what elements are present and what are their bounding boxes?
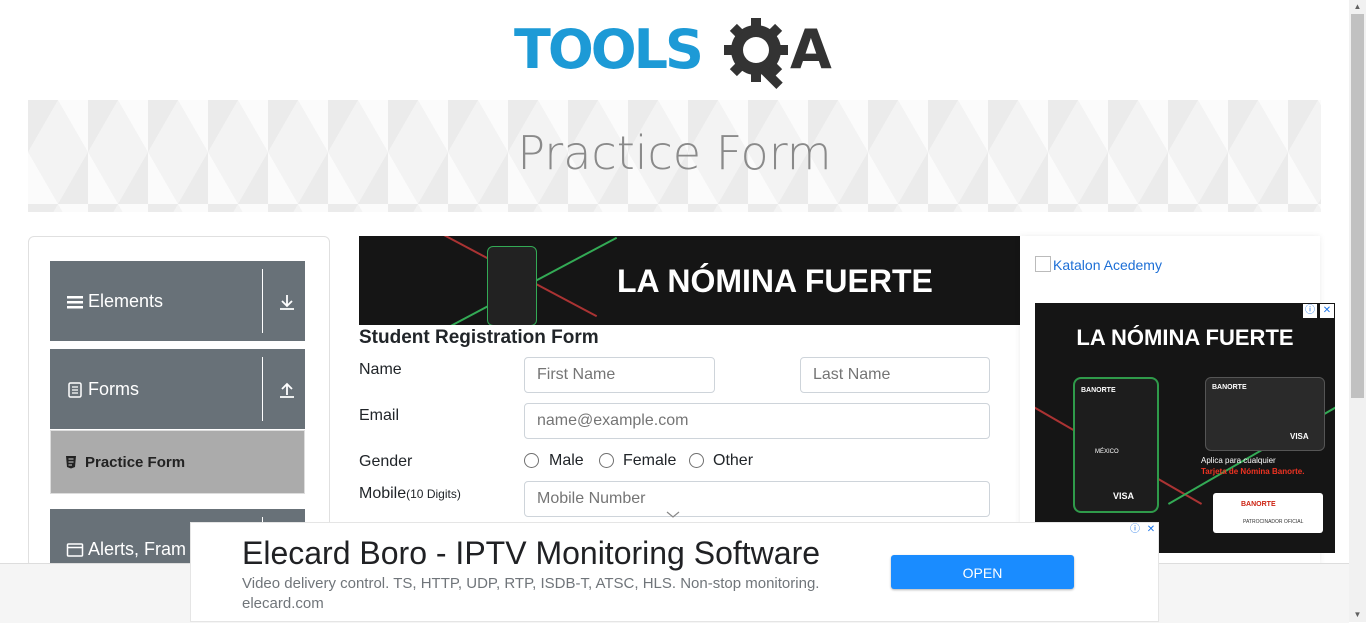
mobile-label: Mobile(10 Digits)	[359, 485, 461, 503]
banorte-banner-ad[interactable]: LA NÓMINA FUERTE	[359, 236, 1020, 325]
first-name-input[interactable]	[524, 357, 715, 393]
side-ad-headline: LA NÓMINA FUERTE	[1076, 325, 1294, 350]
promo-line2: Tarjeta de Nómina Banorte.	[1201, 467, 1305, 476]
page-title: Practice Form	[517, 126, 832, 180]
card-visa: VISA	[1290, 432, 1309, 441]
katalon-academy-link[interactable]: Katalon Acedemy	[1035, 256, 1162, 273]
page-scrollbar[interactable]: ▲ ▼	[1349, 0, 1366, 622]
hamburger-icon	[67, 296, 83, 309]
sidebar-group-elements[interactable]: Elements	[50, 261, 305, 341]
ad-close-icon[interactable]: ✕	[1144, 523, 1158, 537]
toolsqa-logo[interactable]: TOOLS A	[514, 16, 840, 92]
elecard-bottom-ad[interactable]: Elecard Boro - IPTV Monitoring Software …	[190, 522, 1159, 622]
ad-open-button[interactable]: OPEN	[891, 555, 1074, 589]
gender-other-label[interactable]: Other	[713, 452, 753, 470]
mobile-input[interactable]	[524, 481, 990, 517]
ad-info-icon[interactable]: ⓘ	[1303, 304, 1317, 318]
ad-url[interactable]: elecard.com	[242, 595, 324, 612]
email-input[interactable]	[524, 403, 990, 439]
mobile-hint: (10 Digits)	[406, 487, 461, 501]
sponsor-brand: BANORTE	[1241, 501, 1276, 508]
banorte-sponsor-box: BANORTE PATROCINADOR OFICIAL	[1213, 493, 1323, 533]
scrollbar-thumb[interactable]	[1351, 14, 1364, 398]
promo-line1: Aplica para cualquier	[1201, 456, 1276, 465]
sidebar-group-label: Forms	[88, 379, 139, 399]
card-visa: VISA	[1113, 491, 1135, 501]
chevron-down-icon[interactable]	[666, 511, 680, 519]
gender-label: Gender	[359, 453, 413, 470]
group-divider	[262, 357, 263, 421]
name-label: Name	[359, 361, 402, 378]
katalon-alt-text: Katalon Acedemy	[1053, 257, 1162, 273]
ad-headline[interactable]: Elecard Boro - IPTV Monitoring Software	[242, 535, 820, 572]
sidebar-group-label: Alerts, Fram	[88, 539, 187, 559]
ad-info-icon[interactable]: ⓘ	[1128, 523, 1142, 537]
ad-card-image	[487, 246, 537, 325]
last-name-input[interactable]	[800, 357, 990, 393]
card-brand: BANORTE	[1212, 384, 1247, 391]
download-arrow-icon[interactable]	[278, 293, 296, 311]
group-divider	[262, 269, 263, 333]
gear-magnifier-icon	[724, 18, 788, 90]
window-icon	[66, 543, 84, 557]
mobile-label-text: Mobile	[359, 485, 407, 502]
gender-male-label[interactable]: Male	[549, 452, 584, 470]
sponsor-footer: PATROCINADOR OFICIAL	[1243, 519, 1304, 525]
email-label: Email	[359, 407, 400, 424]
broken-image-icon	[1035, 256, 1051, 272]
sidebar: Elements Forms Practice Form Alerts, Fra…	[28, 236, 330, 568]
sidebar-item-practice-form[interactable]: Practice Form	[50, 430, 305, 494]
sidebar-group-label: Elements	[88, 291, 164, 311]
side-ad-promo: Aplica para cualquier Tarjeta de Nómina …	[1201, 455, 1304, 477]
ad-close-icon[interactable]: ✕	[1320, 304, 1334, 318]
page-header-banner: Practice Form	[28, 100, 1321, 212]
upload-arrow-icon[interactable]	[278, 381, 296, 399]
scroll-down-icon[interactable]: ▼	[1349, 608, 1366, 622]
ad-description: Video delivery control. TS, HTTP, UDP, R…	[242, 575, 820, 592]
logo-tools-text: TOOLS	[514, 18, 701, 81]
card-country: MÉXICO	[1095, 449, 1119, 455]
card-brand: BANORTE	[1081, 387, 1116, 394]
document-icon	[68, 382, 82, 398]
form-title: Student Registration Form	[359, 327, 599, 348]
ad-headline: LA NÓMINA FUERTE	[617, 263, 933, 299]
banorte-card-mexico: BANORTE MÉXICO VISA	[1073, 377, 1159, 513]
logo-a-text: A	[790, 18, 832, 81]
gender-female-radio[interactable]	[599, 453, 614, 468]
sidebar-item-label: Practice Form	[85, 454, 186, 471]
scroll-up-icon[interactable]: ▲	[1349, 0, 1366, 14]
toolsqa-logo-graphic: TOOLS A	[514, 18, 832, 90]
form-icon	[66, 456, 76, 469]
banorte-side-ad[interactable]: LA NÓMINA FUERTE BANORTE MÉXICO VISA BAN…	[1035, 303, 1335, 553]
gender-other-radio[interactable]	[689, 453, 704, 468]
gender-female-label[interactable]: Female	[623, 452, 676, 470]
banorte-card-gray: BANORTE VISA	[1205, 377, 1325, 451]
sidebar-group-forms[interactable]: Forms	[50, 349, 305, 429]
gender-male-radio[interactable]	[524, 453, 539, 468]
